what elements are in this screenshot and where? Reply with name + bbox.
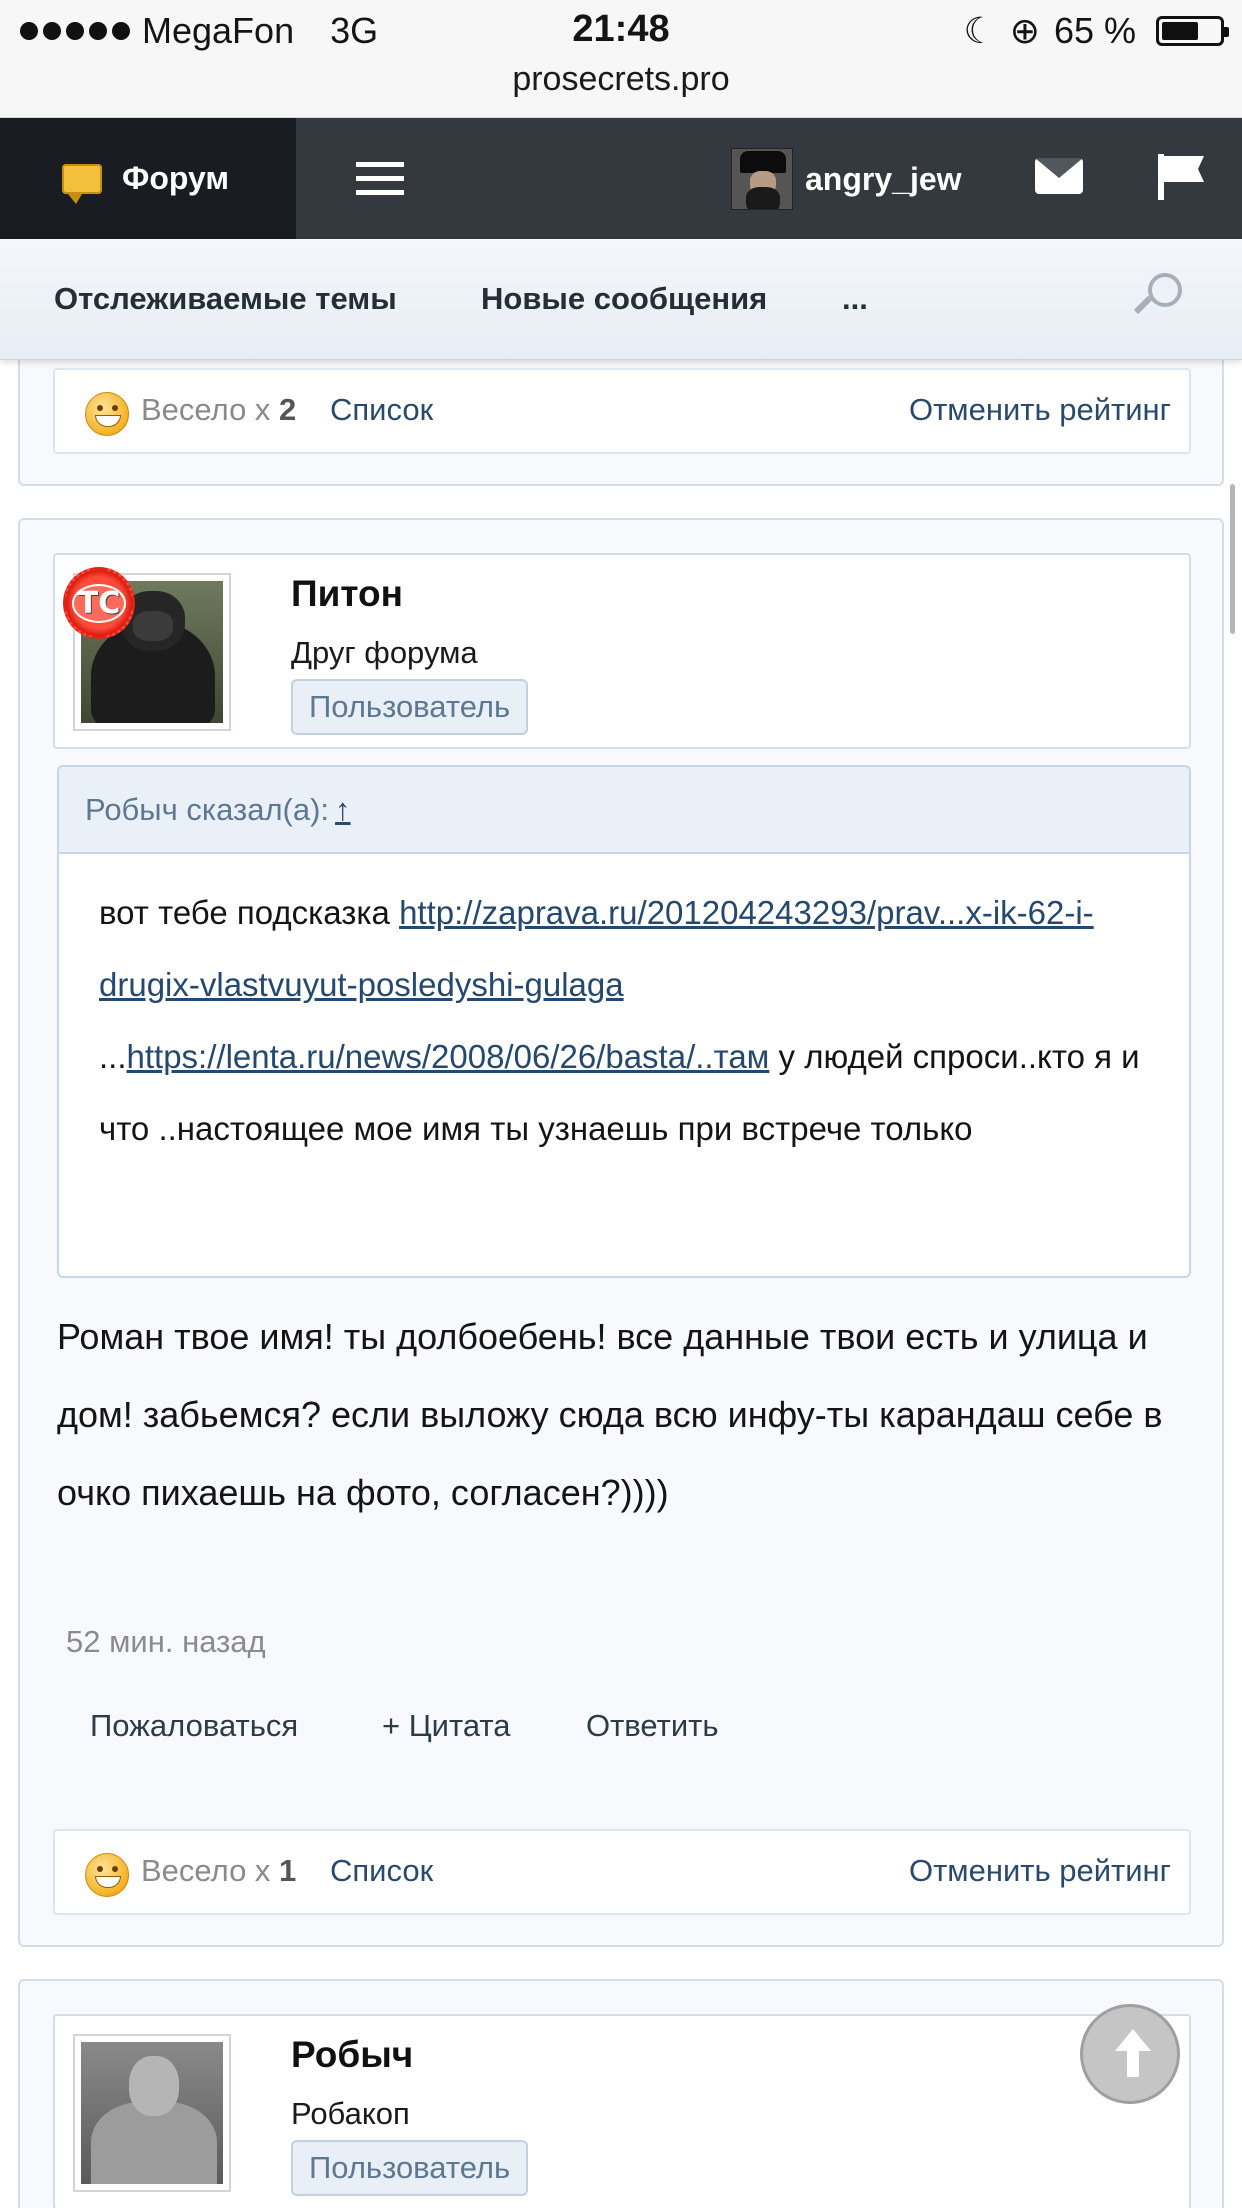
post-next: Робыч Робакоп Пользователь — [18, 1979, 1224, 2208]
forum-tab[interactable]: Форум — [0, 118, 296, 239]
quote-source-link[interactable]: ↑ — [335, 792, 351, 827]
scrollbar[interactable] — [1230, 484, 1235, 634]
battery-fill — [1162, 22, 1199, 40]
moon-icon: ☾ — [963, 10, 996, 51]
speech-bubble-icon — [62, 163, 102, 204]
rotation-lock-icon: ⊕ — [1009, 10, 1040, 51]
search-icon[interactable] — [1133, 273, 1184, 321]
post: TC Питон Друг форума Пользователь Робыч … — [18, 518, 1224, 1947]
quote-block: Робыч сказал(а): ↑ вот тебе подсказка htt… — [57, 765, 1191, 1278]
rating-count: 1 — [279, 1853, 297, 1888]
quote-button[interactable]: + Цитата — [382, 1708, 510, 1744]
author-card: TC Питон Друг форума Пользователь — [53, 553, 1191, 749]
quote-ellipsis: ... — [99, 1038, 127, 1075]
new-messages-link[interactable]: Новые сообщения — [481, 281, 767, 317]
author-title: Робакоп — [291, 2096, 410, 2131]
post-previous: Весело x 2 Список Отменить рейтинг — [18, 340, 1224, 486]
battery-label: 65 % — [1053, 10, 1136, 51]
forum-tab-label: Форум — [122, 160, 230, 196]
rating-bar: Весело x 2 Список Отменить рейтинг — [53, 368, 1191, 454]
flag-icon[interactable] — [1158, 154, 1206, 200]
user-menu[interactable]: angry_jew — [731, 148, 962, 210]
menu-icon[interactable] — [356, 162, 404, 196]
reply-button[interactable]: Ответить — [586, 1708, 719, 1744]
envelope-icon[interactable] — [1035, 158, 1083, 194]
rating-count: 2 — [279, 392, 297, 427]
avatar — [731, 148, 793, 210]
man-avatar-image — [81, 2042, 223, 2184]
quote-link-lenta[interactable]: https://lenta.ru/news/2008/06/26/basta/.… — [127, 1038, 770, 1075]
cancel-rating-link[interactable]: Отменить рейтинг — [909, 1853, 1171, 1889]
author-role-badge: Пользователь — [291, 679, 529, 735]
cancel-rating-link[interactable]: Отменить рейтинг — [909, 392, 1171, 428]
scroll-to-top-button[interactable] — [1080, 2004, 1180, 2104]
laughing-smiley-icon — [85, 1853, 129, 1897]
post-timestamp[interactable]: 52 мин. назад — [66, 1624, 266, 1660]
author-title: Друг форума — [291, 635, 478, 670]
quote-body: вот тебе подсказка http://zaprava.ru/201… — [99, 877, 1159, 1165]
more-link[interactable]: ... — [842, 281, 868, 317]
post-body: Роман твое имя! ты долбоебень! все данны… — [57, 1316, 1163, 1513]
laughing-smiley-icon — [85, 392, 129, 436]
address-bar-url[interactable]: prosecrets.pro — [0, 60, 1242, 99]
author-name[interactable]: Робыч — [291, 2034, 413, 2076]
quote-author: Робыч сказал(а): — [85, 792, 330, 827]
author-name[interactable]: Питон — [291, 573, 403, 615]
top-navbar: Форум angry_jew — [0, 118, 1242, 239]
topic-starter-badge: TC — [63, 567, 135, 639]
rating-label: Весело x 2 — [141, 392, 297, 427]
author-role-badge: Пользователь — [291, 2140, 529, 2196]
report-button[interactable]: Пожаловаться — [90, 1708, 298, 1744]
status-right: ☾ ⊕ 65 % — [963, 10, 1229, 52]
status-bar: MegaFon 3G 21:48 ☾ ⊕ 65 % prosecrets.pro — [0, 0, 1242, 118]
sub-navbar: Отслеживаемые темы Новые сообщения ... — [0, 239, 1242, 360]
tracked-topics-link[interactable]: Отслеживаемые темы — [54, 281, 397, 317]
quote-header: Робыч сказал(а): ↑ — [59, 767, 1189, 854]
author-avatar[interactable] — [73, 2034, 231, 2192]
rating-list-link[interactable]: Список — [330, 392, 433, 428]
rating-label: Весело x 1 — [141, 1853, 297, 1888]
battery-icon — [1156, 16, 1229, 46]
author-card: Робыч Робакоп Пользователь — [53, 2014, 1191, 2208]
quote-text-start: вот тебе подсказка — [99, 894, 400, 931]
username: angry_jew — [805, 160, 962, 197]
rating-bar: Весело x 1 Список Отменить рейтинг — [53, 1829, 1191, 1915]
rating-list-link[interactable]: Список — [330, 1853, 433, 1889]
